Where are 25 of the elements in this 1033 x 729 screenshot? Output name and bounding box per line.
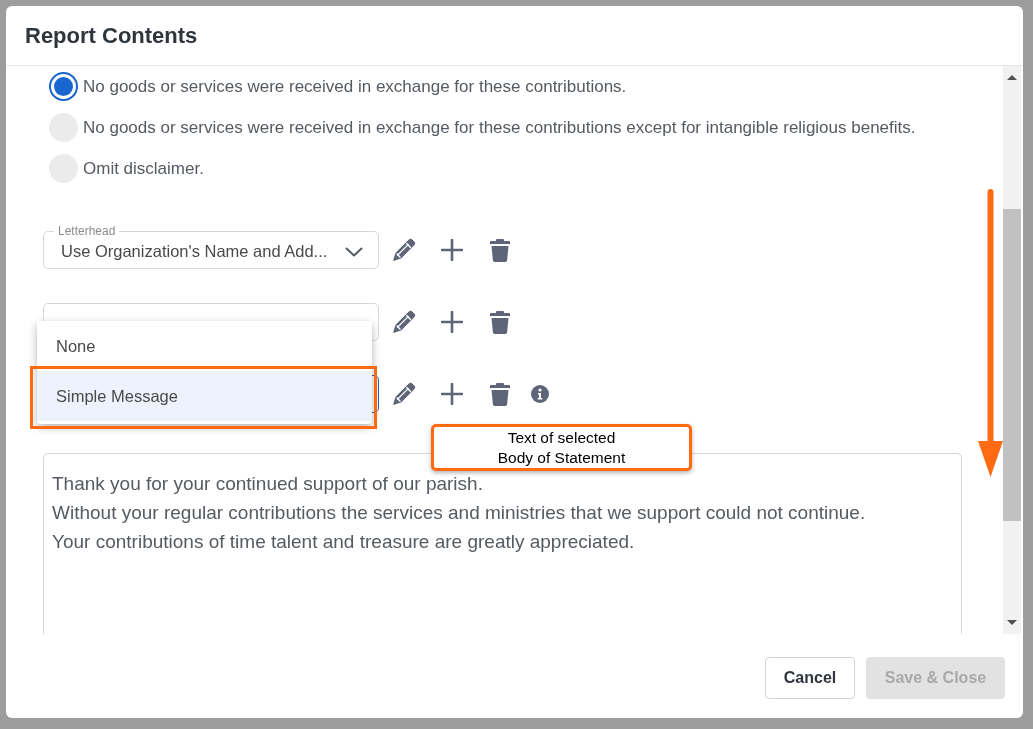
pencil-icon[interactable] xyxy=(392,382,416,406)
dropdown-option[interactable]: None xyxy=(37,321,372,366)
button[interactable]: Cancel xyxy=(765,657,855,699)
pencil-icon[interactable] xyxy=(392,310,416,334)
trash-icon[interactable] xyxy=(490,382,510,406)
plus-icon[interactable] xyxy=(441,239,463,261)
trash-icon[interactable] xyxy=(490,238,510,262)
field-label: Letterhead xyxy=(54,224,120,238)
dropdown-option[interactable]: Simple Message xyxy=(37,371,372,421)
dialog-title: Report Contents xyxy=(25,22,198,50)
scroll-down-icon[interactable] xyxy=(1007,620,1017,625)
pencil-icon[interactable] xyxy=(392,238,416,262)
chevron-down-icon[interactable] xyxy=(345,247,363,257)
plus-icon[interactable] xyxy=(441,383,463,405)
trash-icon[interactable] xyxy=(490,310,510,334)
callout-note: Text of selected Body of Statement xyxy=(431,424,692,471)
option-label: Omit disclaimer. xyxy=(83,157,204,180)
info-icon[interactable] xyxy=(531,385,549,403)
radio-button[interactable] xyxy=(49,72,78,101)
plus-icon[interactable] xyxy=(441,311,463,333)
option-label: No goods or services were received in exchange for these contributions. xyxy=(83,75,627,98)
select-value: Use Organization's Name and Add... xyxy=(61,241,328,261)
scroll-up-icon[interactable] xyxy=(1007,75,1017,80)
scrollbar-thumb[interactable] xyxy=(1003,209,1021,521)
option-label: No goods or services were received in exchange for these contributions except for intangible religious benefits. xyxy=(83,116,916,139)
